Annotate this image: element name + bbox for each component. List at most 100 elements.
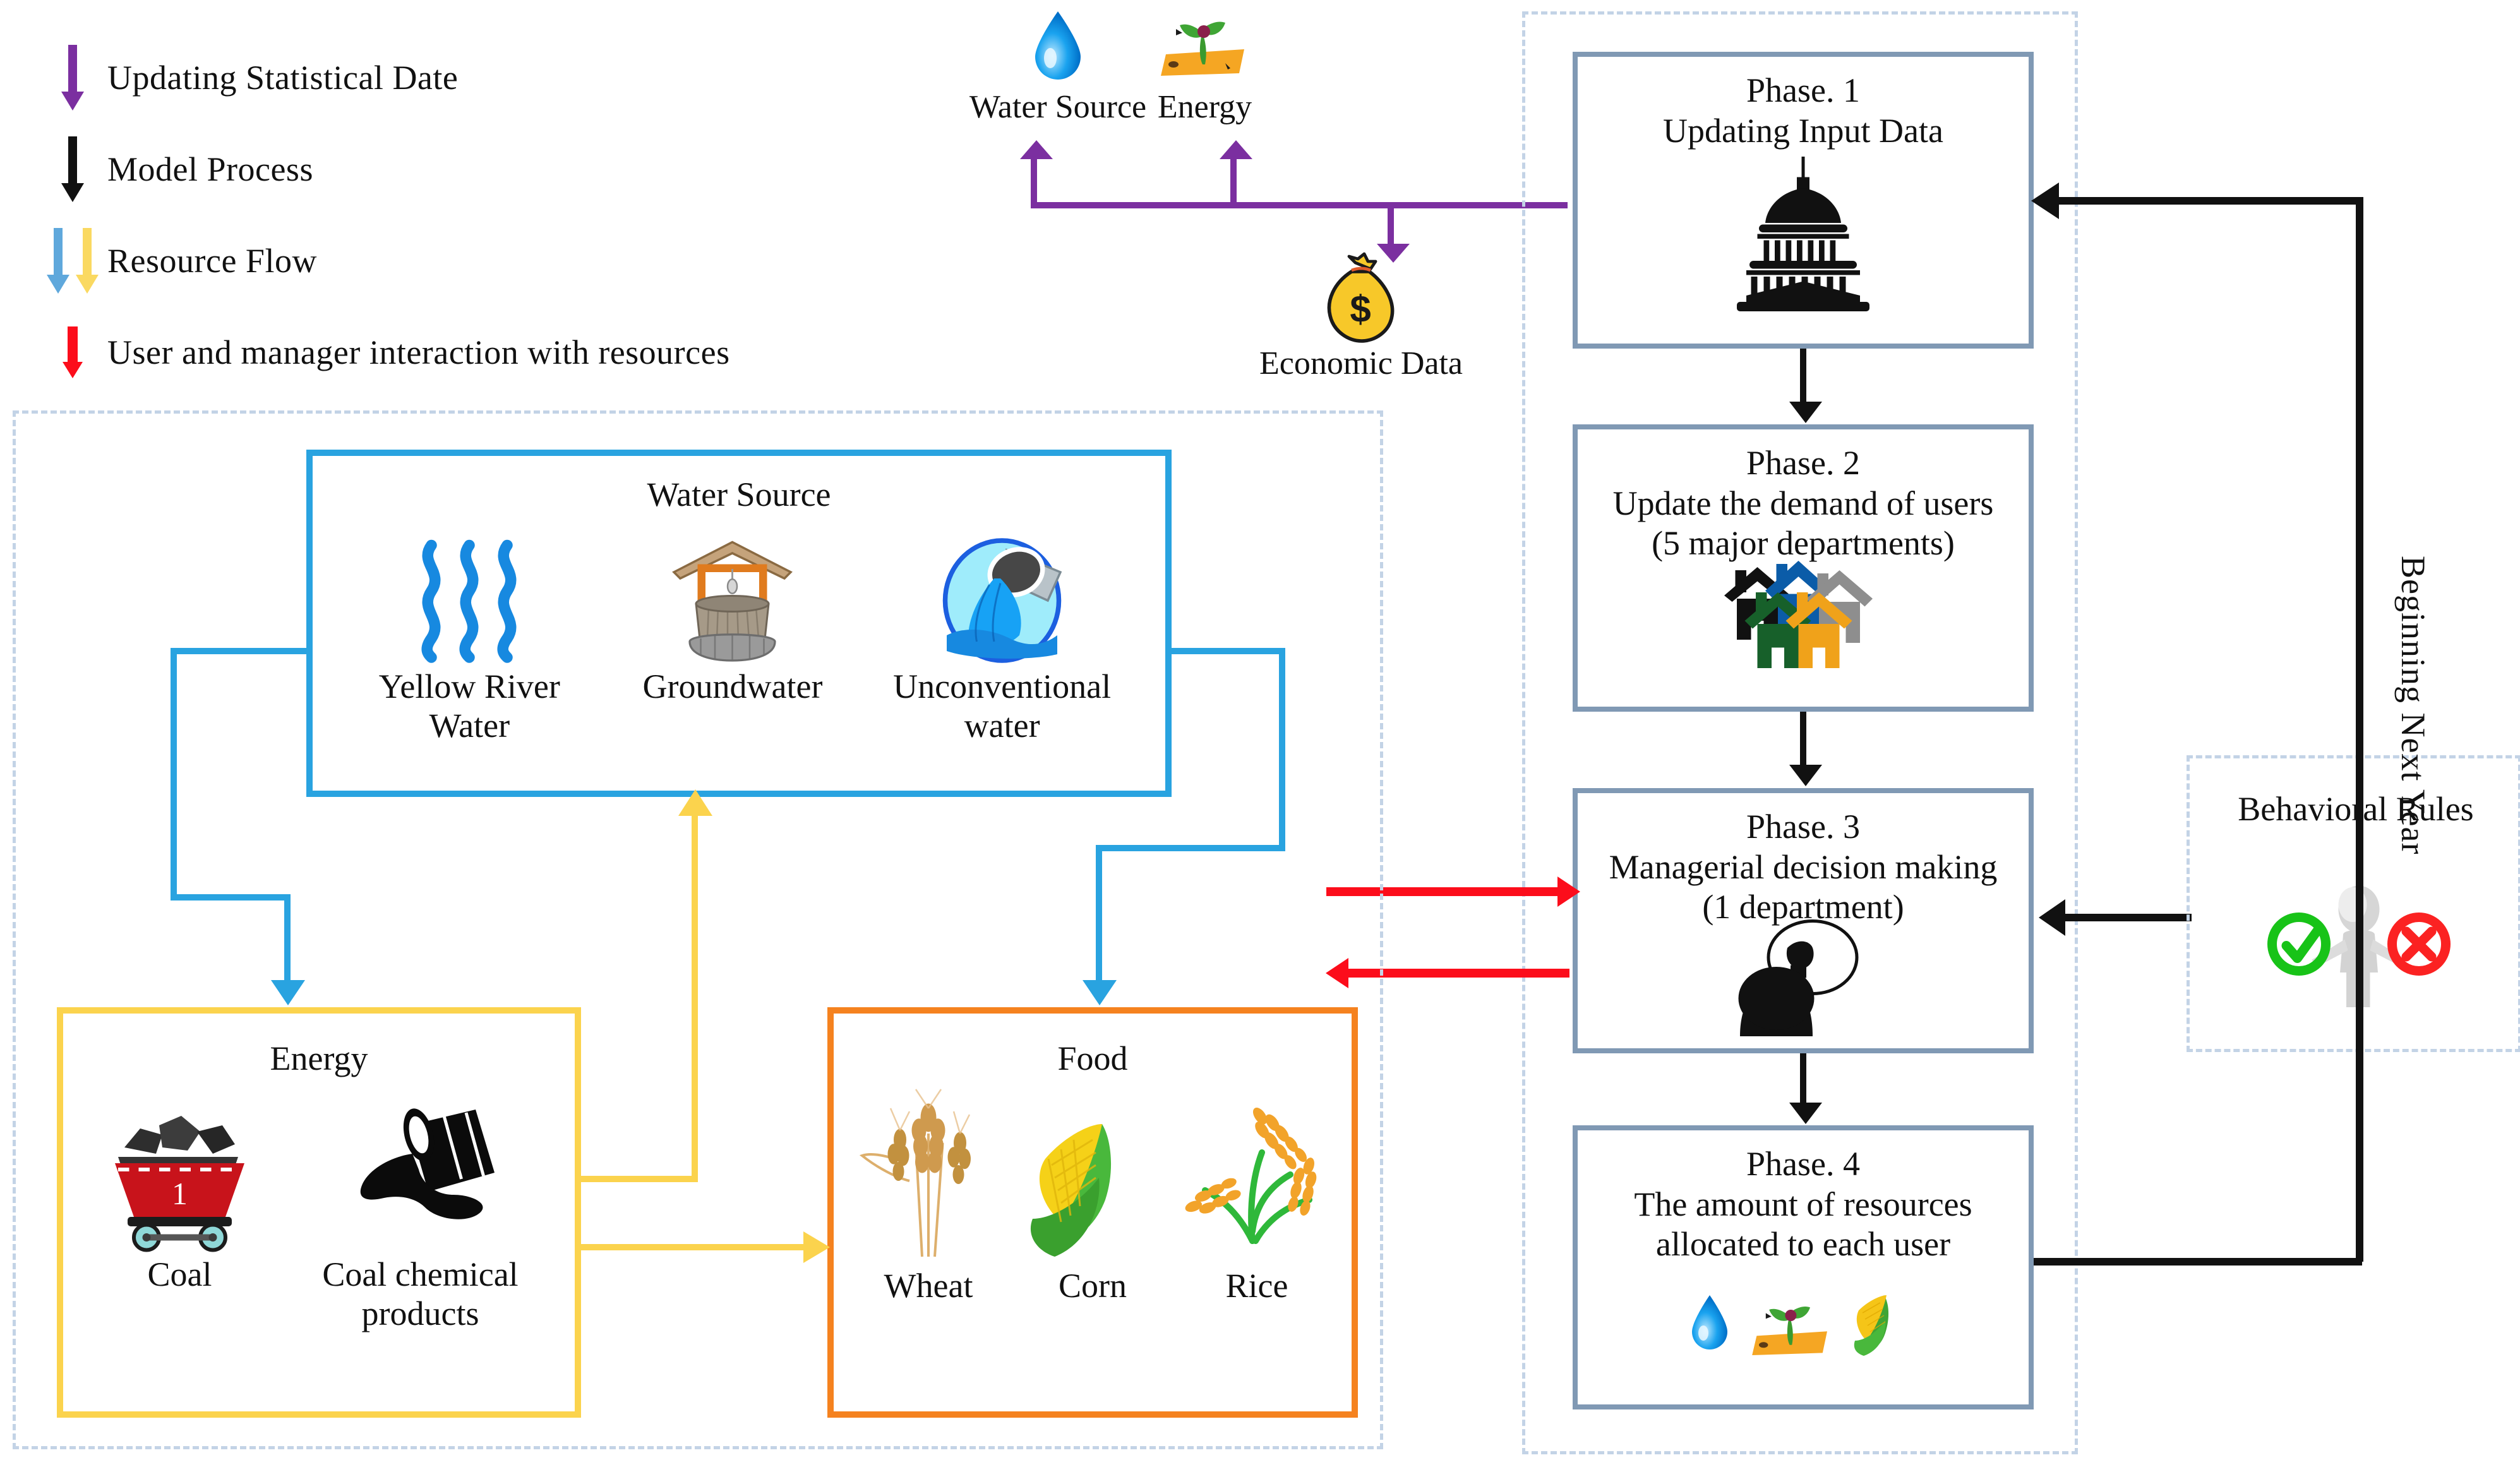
- food-item-label: Corn: [1059, 1267, 1127, 1305]
- water-item-groundwater: Groundwater: [616, 534, 849, 706]
- energy-item-coal: 1 Coal: [85, 1097, 275, 1294]
- purple-trunk-line: [1031, 202, 1568, 208]
- water-to-energy-v2: [284, 894, 291, 983]
- phase-1-subtitle: Updating Input Data: [1663, 111, 1943, 150]
- energy-to-water-h: [581, 1176, 698, 1182]
- purple-energy-arrowhead: [1220, 140, 1252, 159]
- diagram-canvas: Updating Statistical Date Model Process: [0, 0, 2520, 1472]
- phase2-to-phase3-line: [1800, 712, 1806, 766]
- svg-text:$: $: [1350, 288, 1371, 330]
- water-source-group-box[interactable]: Water Source Yellow River Water Groundwa…: [306, 450, 1172, 797]
- purple-economic-stem: [1388, 206, 1394, 245]
- phase-3-box[interactable]: Phase. 3 Managerial decision making (1 d…: [1573, 788, 2034, 1053]
- energy-item-coal-chemical: Coal chemical products: [288, 1097, 553, 1333]
- loop-to-phase1-arrowhead: [2031, 183, 2059, 219]
- loop-bottom-line: [2034, 1258, 2362, 1266]
- rules-to-phase3-line: [2065, 914, 2192, 921]
- phase1-to-phase2-arrowhead: [1789, 402, 1822, 423]
- legend-item-label: Model Process: [107, 150, 313, 188]
- thinking-person-icon: [1705, 916, 1901, 1037]
- phase-1-title: Phase. 1: [1746, 71, 1860, 109]
- down-arrow-purple-icon: [38, 44, 107, 111]
- energy-to-water-arrowhead: [678, 789, 712, 816]
- phase-4-title: Phase. 4: [1746, 1145, 1860, 1183]
- energy-group-title: Energy: [270, 1039, 368, 1077]
- legend-item-label: User and manager interaction with resour…: [107, 333, 730, 371]
- svg-text:1: 1: [172, 1176, 188, 1211]
- energy-top-label: Energy: [1157, 89, 1252, 125]
- energy-to-food-arrowhead: [803, 1231, 830, 1263]
- food-group-title: Food: [1057, 1039, 1128, 1077]
- purple-water-arrowhead: [1020, 140, 1053, 159]
- river-waves-icon: [352, 534, 586, 667]
- economic-data-label: Economic Data: [1259, 345, 1463, 381]
- legend-item-label: Updating Statistical Date: [107, 58, 459, 97]
- food-item-wheat: Wheat: [849, 1083, 1007, 1305]
- water-drop-icon: [1014, 8, 1102, 83]
- legend-item: Model Process: [38, 123, 859, 215]
- water-to-food-arrowhead: [1083, 980, 1117, 1005]
- well-icon: [616, 534, 849, 667]
- legend-item-label: Resource Flow: [107, 241, 317, 280]
- water-to-energy-arrowhead: [271, 980, 305, 1005]
- purple-energy-stem: [1230, 157, 1237, 206]
- pipe-outflow-icon: [879, 534, 1125, 667]
- rice-icon: [1178, 1083, 1336, 1266]
- energy-item-label: Coal: [147, 1255, 212, 1293]
- down-arrow-red-icon: [38, 326, 107, 378]
- phase-1-box[interactable]: Phase. 1 Updating Input Data: [1573, 52, 2034, 349]
- phase-2-title: Phase. 2: [1746, 444, 1860, 482]
- phase-2-subtitle: Update the demand of users: [1612, 484, 1994, 522]
- energy-group-box[interactable]: Energy 1 Coal Coal chemical products: [57, 1007, 581, 1418]
- legend: Updating Statistical Date Model Process: [38, 32, 859, 398]
- energy-to-water-v: [692, 815, 698, 1181]
- water-item-label: Unconventional water: [893, 667, 1112, 745]
- water-to-food-h1: [1165, 648, 1285, 654]
- food-group-box[interactable]: Food Wheat Corn Rice: [827, 1007, 1358, 1418]
- corn-icon: [1014, 1083, 1172, 1266]
- energy-field-icon: [1156, 6, 1251, 82]
- rules-to-phase3-arrowhead: [2039, 899, 2065, 936]
- money-bag-icon: $: [1314, 252, 1408, 347]
- water-to-food-v2: [1096, 845, 1102, 983]
- loop-right-line: [2356, 197, 2363, 1262]
- water-to-energy-h2: [171, 894, 291, 901]
- energy-to-food-h: [581, 1244, 808, 1250]
- loop-top-line: [2058, 197, 2363, 205]
- down-arrow-blue-yellow-icon: [38, 227, 107, 294]
- purple-water-stem: [1031, 157, 1037, 206]
- food-item-label: Wheat: [884, 1267, 973, 1305]
- loop-label: Beginning Next Year: [2394, 556, 2432, 855]
- phase-4-subtitle: The amount of resources: [1634, 1185, 1972, 1223]
- government-building-icon: [1718, 153, 1888, 312]
- red-arrow-to-phase3-head: [1557, 877, 1580, 907]
- oil-barrel-icon: [288, 1097, 553, 1255]
- energy-item-label: Coal chemical products: [322, 1255, 519, 1333]
- purple-economic-arrowhead: [1377, 244, 1410, 263]
- water-to-food-h2: [1096, 845, 1285, 851]
- phase-2-box[interactable]: Phase. 2 Update the demand of users (5 m…: [1573, 424, 2034, 712]
- phase3-to-phase4-line: [1800, 1053, 1806, 1104]
- food-item-label: Rice: [1225, 1267, 1288, 1305]
- phase1-to-phase2-line: [1800, 349, 1806, 403]
- down-arrow-black-icon: [38, 136, 107, 202]
- water-source-group-title: Water Source: [647, 476, 831, 513]
- water-energy-food-icon: [1677, 1283, 1929, 1365]
- legend-item: Resource Flow: [38, 215, 859, 306]
- water-item-label: Groundwater: [642, 667, 823, 705]
- phase2-to-phase3-arrowhead: [1789, 765, 1822, 786]
- water-to-energy-h1: [171, 648, 313, 654]
- legend-item: User and manager interaction with resour…: [38, 306, 859, 398]
- coal-cart-icon: 1: [85, 1097, 275, 1255]
- phase-4-subtitle-2: allocated to each user: [1655, 1225, 1951, 1264]
- water-item-unconventional: Unconventional water: [879, 534, 1125, 745]
- five-houses-icon: [1677, 558, 1929, 690]
- water-item-label: Yellow River Water: [378, 667, 560, 745]
- phase-4-box[interactable]: Phase. 4 The amount of resources allocat…: [1573, 1125, 2034, 1409]
- food-item-corn: Corn: [1014, 1083, 1172, 1305]
- water-to-energy-v1: [171, 648, 177, 901]
- food-item-rice: Rice: [1178, 1083, 1336, 1305]
- legend-item: Updating Statistical Date: [38, 32, 859, 123]
- water-to-food-v1: [1279, 648, 1285, 850]
- phase3-to-phase4-arrowhead: [1789, 1103, 1822, 1124]
